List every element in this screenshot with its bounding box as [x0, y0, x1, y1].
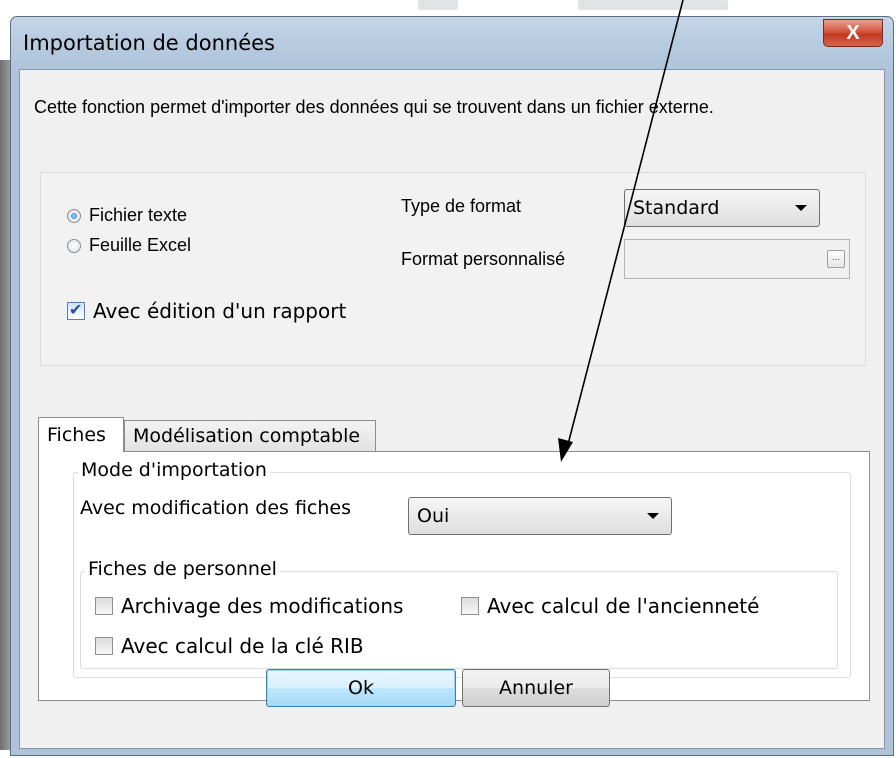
annotation-arrow: [558, 0, 684, 462]
annotation-arrow-head-icon: [558, 438, 573, 462]
tab-fiches[interactable]: Fiches: [38, 417, 124, 452]
tab-label: Fiches: [47, 424, 106, 446]
annotation-arrow-line: [565, 0, 684, 453]
